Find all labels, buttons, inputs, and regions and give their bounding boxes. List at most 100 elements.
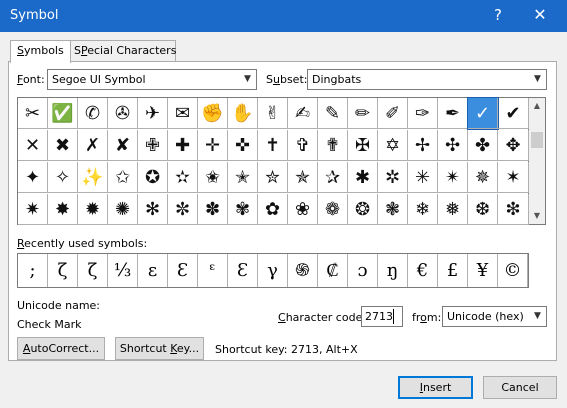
- symbol-cell[interactable]: ✠: [348, 130, 378, 161]
- close-icon[interactable]: ✕: [528, 5, 552, 24]
- font-select[interactable]: Segoe UI Symbol ▼: [47, 69, 257, 90]
- recent-symbol-cell[interactable]: Ɛ: [168, 254, 198, 287]
- symbol-cell[interactable]: ✪: [138, 162, 168, 193]
- recent-symbol-cell[interactable]: ¥: [468, 254, 498, 287]
- recent-symbol-cell[interactable]: ᵋ: [198, 254, 228, 287]
- symbol-cell[interactable]: ✻: [138, 194, 168, 225]
- symbol-cell[interactable]: ✈: [138, 98, 168, 129]
- symbol-cell[interactable]: ✰: [318, 162, 348, 193]
- recent-symbol-cell[interactable]: ŋ: [378, 254, 408, 287]
- symbol-cell[interactable]: ✟: [318, 130, 348, 161]
- symbol-cell[interactable]: ✾: [228, 194, 258, 225]
- recent-symbol-cell[interactable]: ₡: [318, 254, 348, 287]
- symbol-cell[interactable]: ✖: [48, 130, 78, 161]
- symbol-cell[interactable]: ✶: [498, 162, 529, 193]
- symbol-cell[interactable]: ❅: [438, 194, 468, 225]
- symbol-cell[interactable]: ✊: [198, 98, 228, 129]
- symbol-cell[interactable]: ❄: [408, 194, 438, 225]
- recent-symbol-cell[interactable]: ;: [18, 254, 48, 287]
- symbol-cell[interactable]: ✤: [468, 130, 498, 161]
- symbol-cell[interactable]: ✡: [378, 130, 408, 161]
- help-icon[interactable]: ?: [488, 6, 508, 24]
- symbol-cell[interactable]: ❁: [318, 194, 348, 225]
- symbol-cell[interactable]: ✇: [108, 98, 138, 129]
- recent-symbol-cell[interactable]: ֍: [288, 254, 318, 287]
- symbol-cell[interactable]: ✐: [378, 98, 408, 129]
- symbol-cell[interactable]: ✗: [78, 130, 108, 161]
- symbol-cell[interactable]: ✩: [108, 162, 138, 193]
- symbol-cell[interactable]: ✹: [78, 194, 108, 225]
- symbol-cell[interactable]: ❀: [288, 194, 318, 225]
- symbol-cell[interactable]: ✘: [108, 130, 138, 161]
- symbol-cell[interactable]: ✕: [18, 130, 48, 161]
- symbol-cell[interactable]: ✏: [348, 98, 378, 129]
- tab-symbols[interactable]: Symbols: [10, 40, 71, 63]
- symbol-cell[interactable]: ✸: [48, 194, 78, 225]
- symbol-cell[interactable]: ✯: [288, 162, 318, 193]
- symbol-cell[interactable]: ✛: [198, 130, 228, 161]
- recent-symbol-cell[interactable]: Ɛ: [228, 254, 258, 287]
- symbol-cell[interactable]: ✴: [438, 162, 468, 193]
- symbol-cell[interactable]: ❆: [468, 194, 498, 225]
- recent-symbol-cell[interactable]: γ: [258, 254, 288, 287]
- symbol-cell[interactable]: ✣: [438, 130, 468, 161]
- symbol-cell[interactable]: ✽: [198, 194, 228, 225]
- symbol-cell[interactable]: ✑: [408, 98, 438, 129]
- symbol-cell[interactable]: ✉: [168, 98, 198, 129]
- symbol-grid-scrollbar[interactable]: ▲ ▼: [529, 97, 546, 225]
- symbol-cell[interactable]: ✍: [288, 98, 318, 129]
- symbol-cell[interactable]: ✒: [438, 98, 468, 129]
- symbol-cell[interactable]: ✵: [468, 162, 498, 193]
- symbol-cell[interactable]: ✎: [318, 98, 348, 129]
- symbol-cell[interactable]: ✳: [408, 162, 438, 193]
- symbol-cell[interactable]: ❂: [348, 194, 378, 225]
- symbol-cell[interactable]: ✥: [498, 130, 529, 161]
- recent-symbol-cell[interactable]: £: [438, 254, 468, 287]
- shortcut-key-button[interactable]: Shortcut Key...: [115, 337, 204, 360]
- cancel-button[interactable]: Cancel: [483, 376, 557, 399]
- symbol-cell[interactable]: ✫: [168, 162, 198, 193]
- autocorrect-button[interactable]: AutoCorrect...: [17, 337, 105, 360]
- symbol-cell[interactable]: ✨: [78, 162, 108, 193]
- recent-symbol-cell[interactable]: ε: [138, 254, 168, 287]
- scrollbar-thumb[interactable]: [531, 132, 543, 148]
- symbol-cell[interactable]: ❃: [378, 194, 408, 225]
- recent-symbol-cell[interactable]: ⅓: [108, 254, 138, 287]
- chevron-down-icon[interactable]: ▼: [528, 307, 546, 326]
- scroll-down-icon[interactable]: ▼: [529, 208, 545, 224]
- insert-button[interactable]: Insert: [398, 376, 473, 399]
- symbol-cell[interactable]: ✧: [48, 162, 78, 193]
- symbol-cell[interactable]: ✼: [168, 194, 198, 225]
- recent-symbol-cell[interactable]: ©: [498, 254, 528, 287]
- symbol-cell[interactable]: ✔: [498, 98, 529, 129]
- symbol-cell[interactable]: ✲: [378, 162, 408, 193]
- symbol-cell[interactable]: ✱: [348, 162, 378, 193]
- recent-symbol-cell[interactable]: ζ: [48, 254, 78, 287]
- symbol-cell[interactable]: ✚: [168, 130, 198, 161]
- subset-select[interactable]: Dingbats ▼: [307, 69, 547, 90]
- symbol-cell[interactable]: ❇: [498, 194, 529, 225]
- symbol-cell[interactable]: ✬: [198, 162, 228, 193]
- symbol-cell[interactable]: ✺: [108, 194, 138, 225]
- symbol-cell[interactable]: ✦: [18, 162, 48, 193]
- symbol-cell[interactable]: ✮: [258, 162, 288, 193]
- symbol-cell-selected[interactable]: ✓: [467, 97, 499, 130]
- symbol-cell[interactable]: ✂: [18, 98, 48, 129]
- scroll-up-icon[interactable]: ▲: [529, 98, 545, 114]
- symbol-cell[interactable]: ✌: [258, 98, 288, 129]
- symbol-cell[interactable]: ✷: [18, 194, 48, 225]
- recent-symbol-cell[interactable]: ζ: [78, 254, 108, 287]
- symbol-cell[interactable]: ✢: [408, 130, 438, 161]
- symbol-cell[interactable]: ✙: [138, 130, 168, 161]
- symbol-cell[interactable]: ✿: [258, 194, 288, 225]
- recent-symbol-cell[interactable]: €: [408, 254, 438, 287]
- symbol-cell[interactable]: ✝: [258, 130, 288, 161]
- symbol-cell[interactable]: ✜: [228, 130, 258, 161]
- symbol-cell[interactable]: ✋: [228, 98, 258, 129]
- symbol-cell[interactable]: ✅: [48, 98, 78, 129]
- symbol-cell[interactable]: ✞: [288, 130, 318, 161]
- character-code-input[interactable]: 2713: [361, 306, 403, 327]
- chevron-down-icon[interactable]: ▼: [238, 70, 256, 89]
- recent-symbol-cell[interactable]: ɔ: [348, 254, 378, 287]
- from-select[interactable]: Unicode (hex) ▼: [442, 306, 547, 327]
